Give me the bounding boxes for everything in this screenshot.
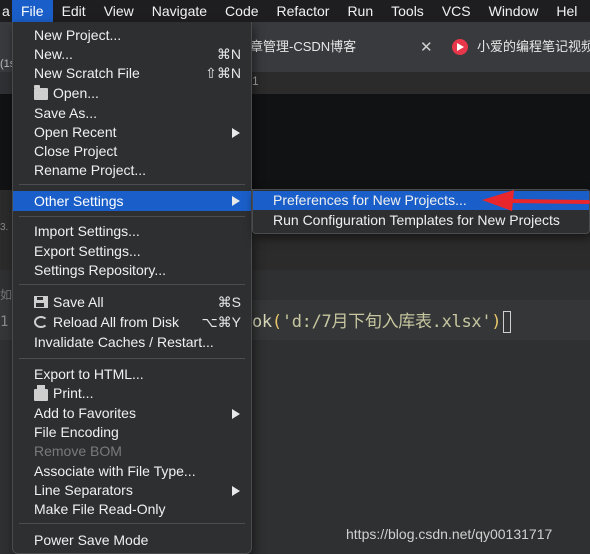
submenu-arrow-icon — [232, 409, 240, 419]
menu-item-reload-all[interactable]: Reload All from Disk ⌥⌘Y — [13, 313, 251, 332]
menu-item-other-settings[interactable]: Other Settings — [13, 191, 251, 211]
menu-item-export-settings[interactable]: Export Settings... — [13, 242, 251, 261]
menu-separator — [19, 358, 245, 359]
shortcut-label: ⇧⌘N — [205, 65, 241, 81]
reload-icon — [34, 316, 48, 328]
code-string: 'd:/7月下旬入库表.xlsx' — [281, 312, 492, 332]
close-icon[interactable]: ✕ — [420, 38, 433, 56]
menu-item-label: File Encoding — [34, 424, 119, 440]
print-icon — [34, 385, 48, 401]
menubar-app-fragment[interactable]: a — [0, 0, 12, 22]
menu-item-label: New... — [34, 46, 73, 62]
left-gutter-text: 3. — [0, 222, 9, 233]
menu-item-save-as[interactable]: Save As... — [13, 104, 251, 123]
menu-item-label: Other Settings — [34, 193, 124, 209]
shortcut-label: ⌘N — [216, 46, 241, 62]
menu-item-print[interactable]: Print... — [13, 384, 251, 403]
menu-item-label: Export Settings... — [34, 243, 141, 259]
menu-item-label: Print... — [53, 385, 94, 401]
submenu-arrow-icon — [232, 486, 240, 496]
menu-item-associate-file-type[interactable]: Associate with File Type... — [13, 462, 251, 481]
menu-item-close-project[interactable]: Close Project — [13, 142, 251, 161]
watermark-text: https://blog.csdn.net/qy00131717 — [346, 526, 553, 542]
menu-item-label: Close Project — [34, 143, 118, 159]
code-close-paren: ) — [491, 312, 502, 332]
menu-item-label: Import Settings... — [34, 223, 140, 239]
app-menubar: a File Edit View Navigate Code Refactor … — [0, 0, 590, 22]
menu-item-import-settings[interactable]: Import Settings... — [13, 222, 251, 241]
menu-separator — [19, 184, 245, 185]
annotation-arrow-icon — [482, 190, 590, 211]
menu-item-label: Save As... — [34, 105, 98, 121]
menu-item-label: New Scratch File — [34, 65, 140, 81]
save-icon — [34, 296, 48, 308]
menu-item-label: Associate with File Type... — [34, 463, 196, 479]
menubar-view[interactable]: View — [95, 0, 143, 22]
file-menu: New Project... New... ⌘N New Scratch File… — [12, 22, 252, 554]
menu-item-line-separators[interactable]: Line Separators — [13, 481, 251, 500]
menu-separator — [19, 216, 245, 217]
menubar-code[interactable]: Code — [216, 0, 267, 22]
url-fragment: 1 — [252, 74, 259, 88]
menu-item-add-favorites[interactable]: Add to Favorites — [13, 404, 251, 423]
menu-item-invalidate-caches[interactable]: Invalidate Caches / Restart... — [13, 333, 251, 352]
menu-item-open[interactable]: Open... — [13, 84, 251, 103]
shortcut-label: ⌥⌘Y — [201, 314, 241, 330]
menu-item-label: Rename Project... — [34, 162, 147, 178]
line-number: 1 — [0, 314, 9, 330]
menu-item-label: Open... — [53, 85, 99, 101]
menu-item-label: Remove BOM — [34, 443, 122, 459]
menu-item-export-html[interactable]: Export to HTML... — [13, 365, 251, 384]
menu-item-label: Make File Read-Only — [34, 501, 166, 517]
menubar-run[interactable]: Run — [338, 0, 382, 22]
menu-item-remove-bom: Remove BOM — [13, 442, 251, 461]
menu-separator — [19, 523, 245, 524]
menu-item-label: Line Separators — [34, 482, 133, 498]
menu-item-power-save[interactable]: Power Save Mode — [13, 531, 251, 550]
play-icon — [452, 39, 468, 55]
browser-tab-video[interactable]: 小爱的编程笔记视频 — [477, 36, 590, 55]
menubar-vcs[interactable]: VCS — [433, 0, 480, 22]
menu-item-new-scratch-file[interactable]: New Scratch File ⇧⌘N — [13, 64, 251, 83]
submenu-item-label: Preferences for New Projects... — [273, 192, 467, 208]
code-line[interactable]: ok('d:/7月下旬入库表.xlsx') — [252, 307, 512, 333]
menu-item-new[interactable]: New... ⌘N — [13, 45, 251, 64]
menubar-tools[interactable]: Tools — [382, 0, 433, 22]
menu-item-label: Add to Favorites — [34, 405, 136, 421]
browser-tab-csdn[interactable]: 章管理-CSDN博客 — [250, 36, 356, 55]
text-caret — [503, 311, 512, 333]
menu-item-label: Invalidate Caches / Restart... — [34, 334, 214, 350]
shortcut-label: ⌘S — [217, 294, 241, 310]
left-panel-fragment — [0, 72, 12, 94]
menubar-edit[interactable]: Edit — [53, 0, 95, 22]
submenu-item-run-config-templates[interactable]: Run Configuration Templates for New Proj… — [253, 211, 589, 230]
submenu-item-label: Run Configuration Templates for New Proj… — [273, 212, 560, 228]
menubar-file[interactable]: File — [12, 0, 53, 22]
menu-item-settings-repository[interactable]: Settings Repository... — [13, 261, 251, 280]
menu-item-open-recent[interactable]: Open Recent — [13, 123, 251, 142]
menu-item-make-read-only[interactable]: Make File Read-Only — [13, 500, 251, 519]
menubar-navigate[interactable]: Navigate — [143, 0, 216, 22]
menu-item-label: New Project... — [34, 27, 122, 43]
left-gutter-char: 如 — [0, 288, 13, 302]
menu-item-label: Reload All from Disk — [53, 314, 180, 330]
menu-separator — [19, 284, 245, 285]
menu-item-label: Save All — [53, 294, 104, 310]
code-prefix: ok — [252, 312, 272, 332]
folder-icon — [34, 85, 48, 100]
code-open-paren: ( — [271, 312, 282, 332]
menubar-help[interactable]: Hel — [547, 0, 586, 22]
menu-item-save-all[interactable]: Save All ⌘S — [13, 293, 251, 312]
menu-item-label: Power Save Mode — [34, 532, 149, 548]
menu-item-label: Export to HTML... — [34, 366, 144, 382]
menu-item-file-encoding[interactable]: File Encoding — [13, 423, 251, 442]
menubar-refactor[interactable]: Refactor — [268, 0, 339, 22]
submenu-arrow-icon — [232, 128, 240, 138]
menu-item-new-project[interactable]: New Project... — [13, 26, 251, 45]
menubar-window[interactable]: Window — [480, 0, 548, 22]
menu-item-rename-project[interactable]: Rename Project... — [13, 161, 251, 180]
menu-item-label: Settings Repository... — [34, 262, 167, 278]
menu-item-label: Open Recent — [34, 124, 117, 140]
submenu-arrow-icon — [232, 196, 240, 206]
